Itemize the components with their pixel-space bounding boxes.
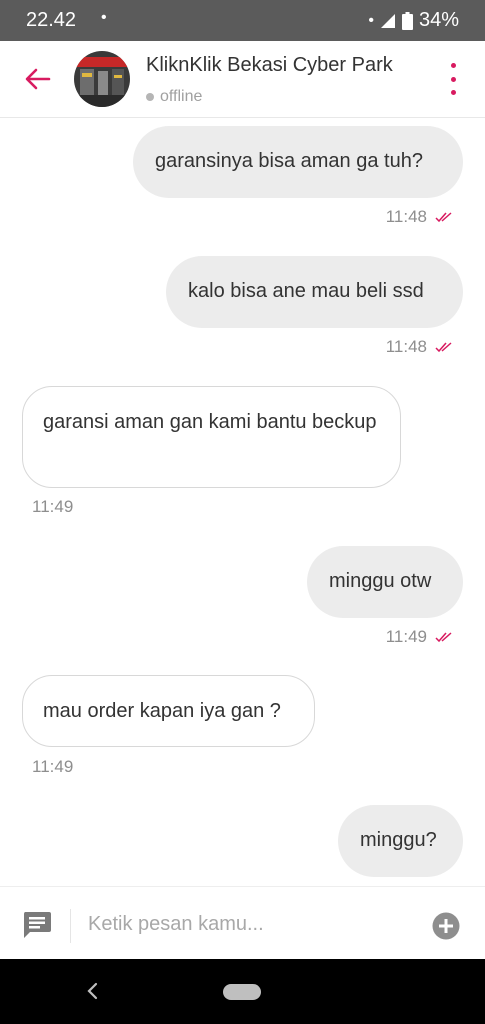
incoming-message[interactable]: mau order kapan iya gan ?: [22, 675, 315, 747]
arrow-left-icon: [25, 68, 51, 90]
contact-name: KliknKlik Bekasi Cyber Park: [146, 54, 393, 76]
avatar[interactable]: [74, 51, 130, 107]
more-vertical-icon-dot: [450, 90, 456, 95]
double-check-icon: [435, 632, 452, 643]
outgoing-message[interactable]: minggu otw: [307, 546, 463, 618]
message-text: mau order kapan iya gan ?: [43, 700, 281, 722]
outgoing-message[interactable]: kalo bisa ane mau beli ssd: [166, 256, 463, 328]
message-input-bar: [0, 886, 485, 960]
message-text: minggu otw: [329, 570, 432, 592]
status-bar: 22.42 • • 34%: [0, 0, 485, 41]
outgoing-message[interactable]: garansinya bisa aman ga tuh?: [133, 126, 463, 198]
message-icon[interactable]: [22, 911, 52, 939]
message-meta: 11:48: [386, 337, 453, 357]
message-time: 11:49: [32, 757, 74, 776]
nav-home-pill[interactable]: [223, 984, 261, 1000]
message-text: garansinya bisa aman ga tuh?: [155, 150, 423, 172]
message-meta: 11:49: [386, 627, 453, 647]
message-input[interactable]: [88, 905, 408, 943]
store-photo-icon: [74, 51, 130, 107]
status-right: • 34%: [368, 9, 459, 32]
battery-icon: [401, 11, 413, 30]
presence-status: offline: [146, 88, 202, 106]
outgoing-message[interactable]: minggu?: [338, 805, 463, 877]
double-check-icon: [435, 212, 452, 223]
incoming-message[interactable]: garansi aman gan kami bantu beckup: [22, 386, 401, 488]
more-vertical-icon-dot: [450, 76, 456, 82]
message-text: garansi aman gan kami bantu beckup: [43, 411, 377, 433]
more-options-button[interactable]: [443, 63, 463, 95]
input-divider: [70, 909, 71, 943]
more-vertical-icon-dot: [450, 63, 456, 68]
chat-header: KliknKlik Bekasi Cyber Park offline: [0, 41, 485, 118]
message-text: kalo bisa ane mau beli ssd: [188, 280, 424, 302]
presence-dot: [146, 93, 154, 101]
status-dot-right: •: [368, 11, 374, 29]
back-button[interactable]: [18, 59, 58, 99]
message-time: 11:49: [385, 627, 427, 646]
nav-back-icon[interactable]: [84, 980, 102, 1002]
message-meta: 11:48: [386, 207, 453, 227]
message-time: 11:48: [385, 337, 427, 356]
chat-messages[interactable]: garansinya bisa aman ga tuh? 11:48 kalo …: [0, 118, 485, 886]
message-time: 11:48: [385, 207, 427, 226]
status-time: 22.42: [26, 9, 77, 31]
signal-icon: [380, 13, 395, 28]
notification-dot: •: [101, 9, 107, 26]
double-check-icon: [435, 342, 452, 353]
plus-circle-icon[interactable]: [432, 912, 460, 940]
presence-text: offline: [160, 88, 203, 105]
message-text: minggu?: [360, 829, 437, 851]
system-nav-bar: [0, 959, 485, 1024]
message-time: 11:49: [32, 497, 74, 516]
battery-percent: 34%: [418, 9, 459, 31]
